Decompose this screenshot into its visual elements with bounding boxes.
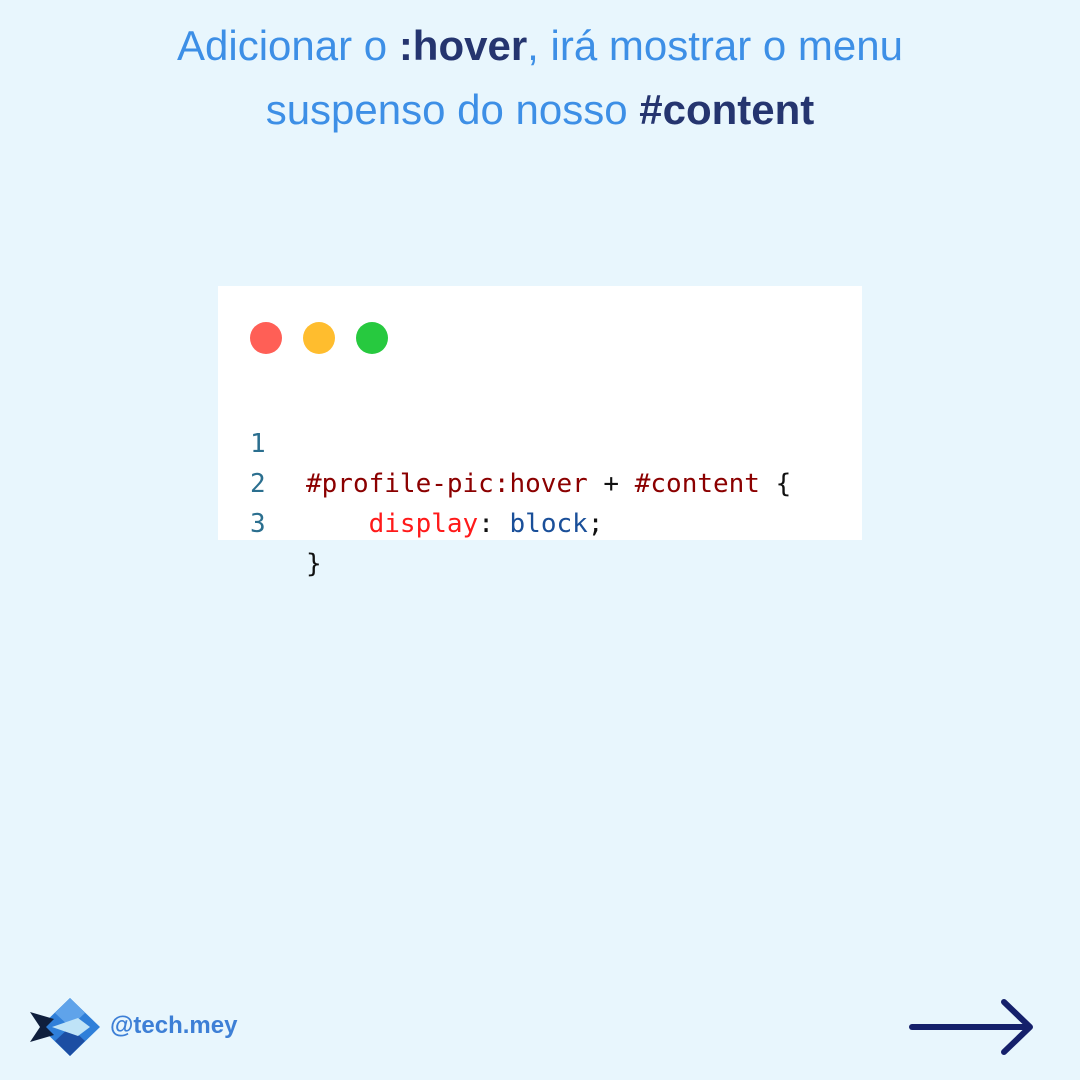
css-open-brace: { — [759, 469, 792, 499]
code-text: } — [306, 544, 322, 584]
close-window-dot — [250, 322, 282, 354]
css-colon: : — [478, 509, 510, 539]
css-target-selector: #content — [634, 469, 760, 499]
css-value: block — [509, 509, 588, 539]
social-handle[interactable]: @tech.mey — [110, 1010, 237, 1042]
css-close-brace: } — [306, 549, 322, 579]
code-window: 1 #profile-pic:hover + #content { 2 disp… — [218, 286, 862, 579]
line-number: 3 — [250, 509, 266, 539]
maximize-window-dot — [356, 322, 388, 354]
headline-line-2: suspenso do nosso #content — [0, 78, 1080, 142]
headline-line-1: Adicionar o :hover, irá mostrar o menu — [0, 14, 1080, 78]
headline-content-keyword: #content — [639, 86, 815, 133]
headline-text: , irá mostrar o menu — [527, 22, 903, 69]
right-arrow-icon[interactable] — [906, 994, 1040, 1060]
css-property: display — [368, 509, 479, 539]
code-line-3: 3 } — [218, 464, 322, 579]
headline-text: Adicionar o — [177, 22, 399, 69]
css-semicolon: ; — [587, 509, 604, 539]
css-selector: #profile-pic:hover — [306, 469, 588, 499]
diamond-fish-logo-icon — [30, 996, 102, 1058]
headline-hover-keyword: :hover — [398, 22, 528, 69]
code-line-1: 1 #profile-pic:hover + #content { — [218, 384, 791, 499]
css-combinator: + — [587, 469, 635, 499]
code-text: #profile-pic:hover + #content { — [306, 464, 791, 504]
code-line-2: 2 display: block; — [218, 424, 603, 539]
code-text: display: block; — [306, 504, 604, 544]
headline-text: suspenso do nosso — [265, 86, 640, 133]
headline: Adicionar o :hover, irá mostrar o menu s… — [0, 14, 1080, 142]
minimize-window-dot — [303, 322, 335, 354]
